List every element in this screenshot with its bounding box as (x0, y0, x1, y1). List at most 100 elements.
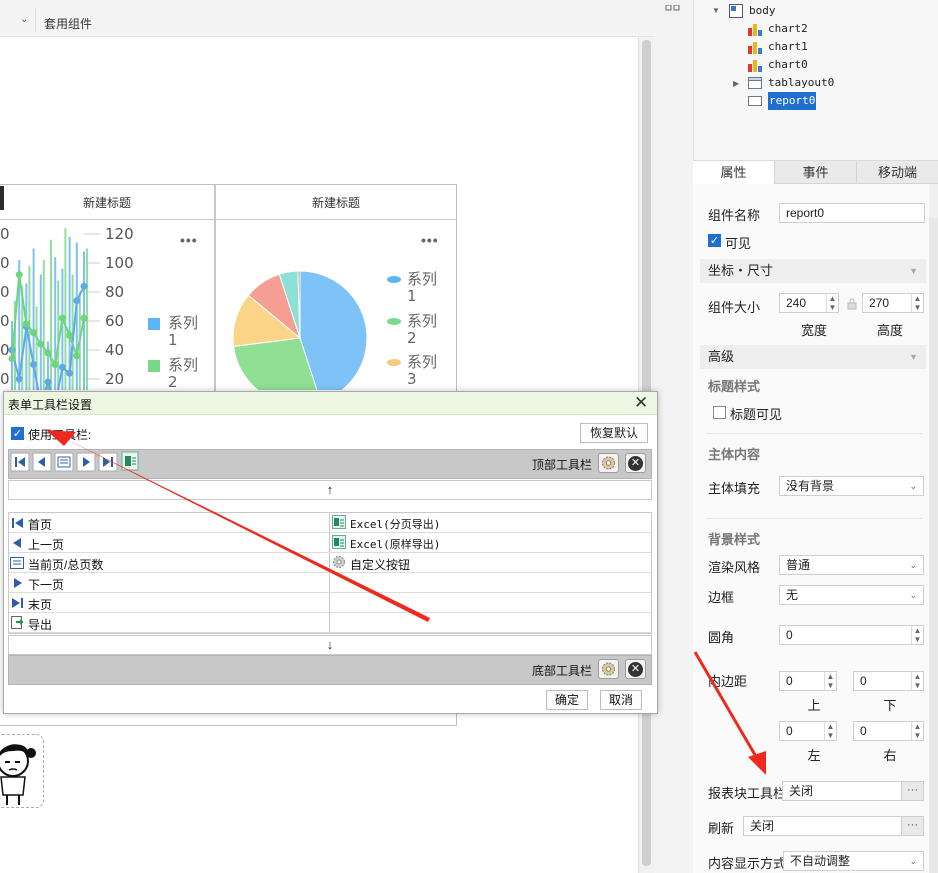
content-display-select[interactable]: 不自动调整 ⌄ (783, 851, 924, 871)
chevron-down-icon: ⌄ (909, 590, 917, 600)
tree-item-label: tablayout0 (768, 76, 835, 89)
tree-collapse-icon[interactable]: ▶ (733, 79, 739, 88)
close-icon[interactable]: ✕ (634, 393, 648, 413)
report-toolbar-input[interactable]: 关闭 ··· (782, 781, 924, 801)
position-size-section[interactable]: 坐标・尺寸 ▼ (700, 259, 926, 283)
list-item[interactable] (9, 573, 651, 593)
tree-item-chart1[interactable]: chart1 (748, 38, 828, 56)
y-tick-label: 80 (105, 283, 124, 301)
y-tick-label-left: 0 (0, 225, 10, 243)
more-options-button[interactable]: ··· (901, 782, 923, 800)
padding-label: 内边距 (708, 674, 748, 689)
list-item[interactable] (9, 593, 651, 613)
padding-right-stepper[interactable]: ▲ ▼ (911, 722, 923, 740)
property-scrollbar[interactable] (929, 218, 938, 873)
border-value: 无 (786, 588, 799, 602)
legend-label: 3 (407, 370, 417, 388)
prev-page-icon[interactable] (32, 452, 52, 472)
top-toolbar-settings-button[interactable] (598, 453, 619, 473)
component-name-input[interactable]: report0 (779, 203, 925, 223)
move-up-button[interactable]: ↑ (8, 480, 652, 500)
padding-left-input[interactable]: 0 ▲ ▼ (779, 721, 837, 741)
tab-events[interactable]: 事件 (775, 161, 857, 184)
radius-stepper[interactable]: ▲ ▼ (911, 626, 923, 644)
list-item[interactable] (9, 533, 651, 553)
data-point (73, 352, 81, 360)
data-point (73, 297, 81, 305)
height-input[interactable]: 270 ▲ ▼ (862, 293, 924, 313)
legend-label: 2 (407, 329, 417, 347)
avatar-sticker[interactable] (0, 734, 44, 808)
use-toolbar-checkbox[interactable]: ✓ (11, 427, 24, 440)
page-count-icon (10, 557, 24, 569)
list-item-label: 上一页 (28, 538, 65, 552)
section-title: 高级 (708, 349, 735, 364)
padding-right-value: 0 (860, 724, 867, 738)
data-point (58, 363, 66, 371)
cancel-button[interactable]: 取消 (600, 690, 642, 710)
tree-item-tablayout0[interactable]: tablayout0 (748, 74, 848, 92)
body-fill-select[interactable]: 没有背景 ⌄ (779, 476, 924, 496)
refresh-label: 刷新 (708, 821, 735, 836)
padding-bottom-input[interactable]: 0 ▲ ▼ (853, 671, 924, 691)
excel-icon (332, 515, 346, 529)
tree-expand-icon[interactable]: ▼ (712, 6, 720, 15)
width-input[interactable]: 240 ▲ ▼ (779, 293, 839, 313)
ok-button[interactable]: 确定 (546, 690, 588, 710)
visible-checkbox[interactable]: ✓ (708, 234, 721, 247)
divider (706, 433, 922, 434)
list-item[interactable] (9, 553, 651, 573)
tree-item-chart0[interactable]: chart0 (748, 56, 828, 74)
dialog-title-bar[interactable] (4, 392, 657, 415)
render-style-select[interactable]: 普通 ⌄ (779, 555, 924, 575)
tab-mobile[interactable]: 移动端 (857, 161, 938, 184)
export-excel-icon[interactable] (121, 451, 139, 471)
chart-icon (748, 58, 762, 72)
lock-icon[interactable] (847, 297, 857, 313)
border-select[interactable]: 无 ⌄ (779, 585, 924, 605)
tree-item-report0[interactable]: report0 (748, 92, 828, 110)
border-label: 边框 (708, 590, 735, 605)
advanced-section[interactable]: 高级 ▼ (700, 345, 926, 369)
reuse-component-label[interactable]: 套用组件 (44, 15, 92, 32)
tree-item-body[interactable]: body (729, 2, 809, 20)
first-page-icon[interactable] (10, 452, 30, 472)
more-options-icon[interactable]: ••• (421, 232, 439, 248)
grid-icon[interactable] (665, 0, 681, 11)
list-item[interactable] (9, 513, 651, 533)
last-page-icon[interactable] (98, 452, 118, 472)
tree-item-label: report0 (768, 92, 817, 110)
next-page-icon[interactable] (76, 452, 96, 472)
width-stepper[interactable]: ▲ ▼ (826, 294, 838, 312)
bottom-toolbar-remove-button[interactable]: ✕ (625, 659, 646, 679)
legend-swatch (387, 318, 401, 325)
padding-top-input[interactable]: 0 ▲ ▼ (779, 671, 837, 691)
page-count-icon[interactable] (54, 452, 74, 472)
data-point (22, 320, 30, 328)
more-options-button[interactable]: ··· (901, 817, 923, 835)
padding-top-stepper[interactable]: ▲ ▼ (824, 672, 836, 690)
radius-value: 0 (786, 628, 793, 642)
data-point (66, 369, 74, 377)
radius-label: 圆角 (708, 630, 735, 645)
restore-default-button[interactable]: 恢复默认 (580, 423, 648, 443)
padding-right-caption: 右 (883, 748, 897, 763)
padding-left-stepper[interactable]: ▲ ▼ (824, 722, 836, 740)
padding-right-input[interactable]: 0 ▲ ▼ (853, 721, 924, 741)
excel-icon (332, 535, 346, 549)
padding-left-value: 0 (786, 724, 793, 738)
chevron-down-icon[interactable]: ⌄ (20, 14, 28, 25)
refresh-input[interactable]: 关闭 ··· (743, 816, 924, 836)
list-item[interactable] (9, 613, 651, 633)
top-toolbar-remove-button[interactable]: ✕ (625, 453, 646, 473)
radius-input[interactable]: 0 ▲ ▼ (779, 625, 924, 645)
title-visible-checkbox[interactable] (713, 406, 726, 419)
bottom-toolbar-settings-button[interactable] (598, 659, 619, 679)
list-item-label: 当前页/总页数 (28, 558, 104, 572)
tree-item-chart2[interactable]: chart2 (748, 20, 828, 38)
padding-bottom-stepper[interactable]: ▲ ▼ (911, 672, 923, 690)
move-down-button[interactable]: ↓ (8, 635, 652, 655)
y-tick-label: 40 (105, 341, 124, 359)
tab-properties[interactable]: 属性 (693, 161, 775, 184)
height-stepper[interactable]: ▲ ▼ (911, 294, 923, 312)
